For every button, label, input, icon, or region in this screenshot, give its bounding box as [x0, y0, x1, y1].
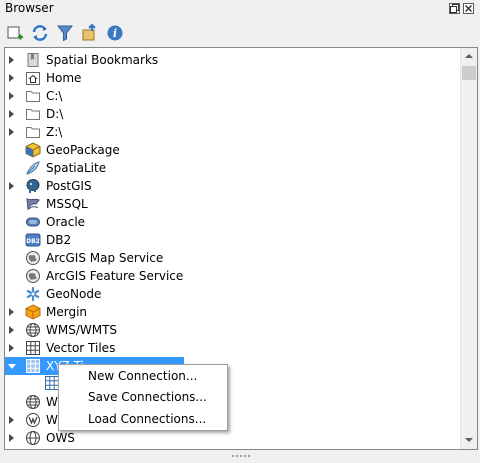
tree-item-label: DB2: [46, 233, 72, 247]
tree-item-db2[interactable]: DB2 DB2: [5, 231, 465, 249]
wfs-icon: [25, 412, 41, 428]
tree-item-mergin[interactable]: Mergin: [5, 303, 465, 321]
tree-item-arcgis-map-service[interactable]: ArcGIS Map Service: [5, 249, 465, 267]
home-folder-icon: [25, 70, 41, 86]
folder-icon: [25, 106, 41, 122]
menu-item-load-connections[interactable]: Load Connections...: [59, 409, 227, 429]
geopackage-icon: [25, 142, 41, 158]
tree-item-label: Mergin: [46, 305, 88, 319]
wms-icon: [25, 322, 41, 338]
vector-tiles-icon: [25, 340, 41, 356]
svg-text:DB2: DB2: [26, 238, 40, 245]
scroll-up-arrow-icon[interactable]: [461, 48, 477, 65]
tree-item-label: Spatial Bookmarks: [46, 53, 159, 67]
tree-item-wms-wmts[interactable]: WMS/WMTS: [5, 321, 465, 339]
refresh-button[interactable]: [30, 23, 50, 43]
folder-icon: [25, 88, 41, 104]
expand-arrow-icon[interactable]: [9, 92, 14, 100]
menu-item-new-connection[interactable]: New Connection...: [59, 366, 227, 386]
vertical-scrollbar[interactable]: [460, 48, 477, 449]
tree-item-label: ArcGIS Feature Service: [46, 269, 184, 283]
add-layer-icon: [7, 26, 23, 40]
tree-item-label: C:\: [46, 89, 63, 103]
tree-item-geonode[interactable]: GeoNode: [5, 285, 465, 303]
info-icon: i: [107, 25, 123, 41]
tree-item-home[interactable]: Home: [5, 69, 465, 87]
tree-item-label: D:\: [46, 107, 64, 121]
db2-icon: DB2: [25, 232, 41, 248]
tree-item-label: OWS: [46, 431, 75, 445]
svg-text:i: i: [113, 27, 117, 40]
spatialite-icon: [25, 160, 41, 176]
tree-item-spatial-bookmarks[interactable]: Spatial Bookmarks: [5, 51, 465, 69]
collapse-all-button[interactable]: [80, 23, 100, 43]
folder-icon: [25, 124, 41, 140]
collapse-arrow-icon[interactable]: [8, 364, 16, 369]
resize-grip-icon[interactable]: [228, 453, 254, 459]
tree-item-drive-c[interactable]: C:\: [5, 87, 465, 105]
mssql-icon: [25, 196, 41, 212]
filter-button[interactable]: [55, 23, 75, 43]
menu-item-save-connections[interactable]: Save Connections...: [59, 387, 227, 407]
expand-arrow-icon[interactable]: [9, 128, 14, 136]
tree-item-label: GeoPackage: [46, 143, 120, 157]
tree-item-spatialite[interactable]: SpatiaLite: [5, 159, 465, 177]
tree-item-label: Oracle: [46, 215, 86, 229]
refresh-icon: [32, 25, 48, 41]
tree-item-label: PostGIS: [46, 179, 92, 193]
tree-item-label: MSSQL: [46, 197, 88, 211]
tree-item-mssql[interactable]: MSSQL: [5, 195, 465, 213]
tree-item-label: SpatiaLite: [46, 161, 107, 175]
ows-icon: [25, 430, 41, 446]
mergin-icon: [25, 304, 41, 320]
xyz-tiles-icon: [25, 358, 41, 374]
close-panel-button[interactable]: [463, 3, 474, 14]
scrollbar-thumb[interactable]: [462, 66, 476, 80]
float-icon: [450, 4, 459, 13]
tree-item-drive-z[interactable]: Z:\: [5, 123, 465, 141]
tree-item-drive-d[interactable]: D:\: [5, 105, 465, 123]
postgis-icon: [25, 178, 41, 194]
tree-item-vector-tiles[interactable]: Vector Tiles: [5, 339, 465, 357]
expand-arrow-icon[interactable]: [9, 308, 14, 316]
expand-arrow-icon[interactable]: [9, 110, 14, 118]
tree-item-arcgis-feature-service[interactable]: ArcGIS Feature Service: [5, 267, 465, 285]
add-layer-button[interactable]: [5, 23, 25, 43]
tree-item-geopackage[interactable]: GeoPackage: [5, 141, 465, 159]
tree-item-label: Z:\: [46, 125, 63, 139]
tree-item-postgis[interactable]: PostGIS: [5, 177, 465, 195]
wcs-icon: [25, 394, 41, 410]
expand-arrow-icon[interactable]: [9, 326, 14, 334]
float-panel-button[interactable]: [449, 3, 460, 14]
tree-item-label: GeoNode: [46, 287, 102, 301]
panel-title: Browser: [5, 1, 54, 15]
browser-toolbar: i: [0, 20, 480, 46]
tree-item-label: ArcGIS Map Service: [46, 251, 164, 265]
tree-item-ows[interactable]: OWS: [5, 429, 465, 447]
expand-arrow-icon[interactable]: [9, 182, 14, 190]
tree-item-oracle[interactable]: Oracle: [5, 213, 465, 231]
oracle-icon: [25, 214, 41, 230]
filter-icon: [56, 25, 74, 42]
expand-arrow-icon[interactable]: [9, 344, 14, 352]
tree-item-label: Home: [46, 71, 82, 85]
close-icon: [465, 5, 472, 12]
expand-arrow-icon[interactable]: [9, 74, 14, 82]
collapse-all-icon: [82, 23, 96, 41]
tree-item-label: WMS/WMTS: [46, 323, 118, 337]
geonode-icon: [25, 286, 41, 302]
expand-arrow-icon[interactable]: [9, 416, 14, 424]
tree-item-label: Vector Tiles: [46, 341, 116, 355]
expand-arrow-icon[interactable]: [9, 56, 14, 64]
arcgis-map-icon: [25, 250, 41, 266]
bookmark-icon: [25, 52, 41, 68]
info-button[interactable]: i: [105, 23, 125, 43]
panel-titlebar: Browser: [0, 0, 480, 18]
arcgis-feature-icon: [25, 268, 41, 284]
context-menu: New Connection... Save Connections... Lo…: [58, 364, 228, 431]
expand-arrow-icon[interactable]: [9, 434, 14, 442]
scroll-down-arrow-icon[interactable]: [461, 432, 477, 449]
